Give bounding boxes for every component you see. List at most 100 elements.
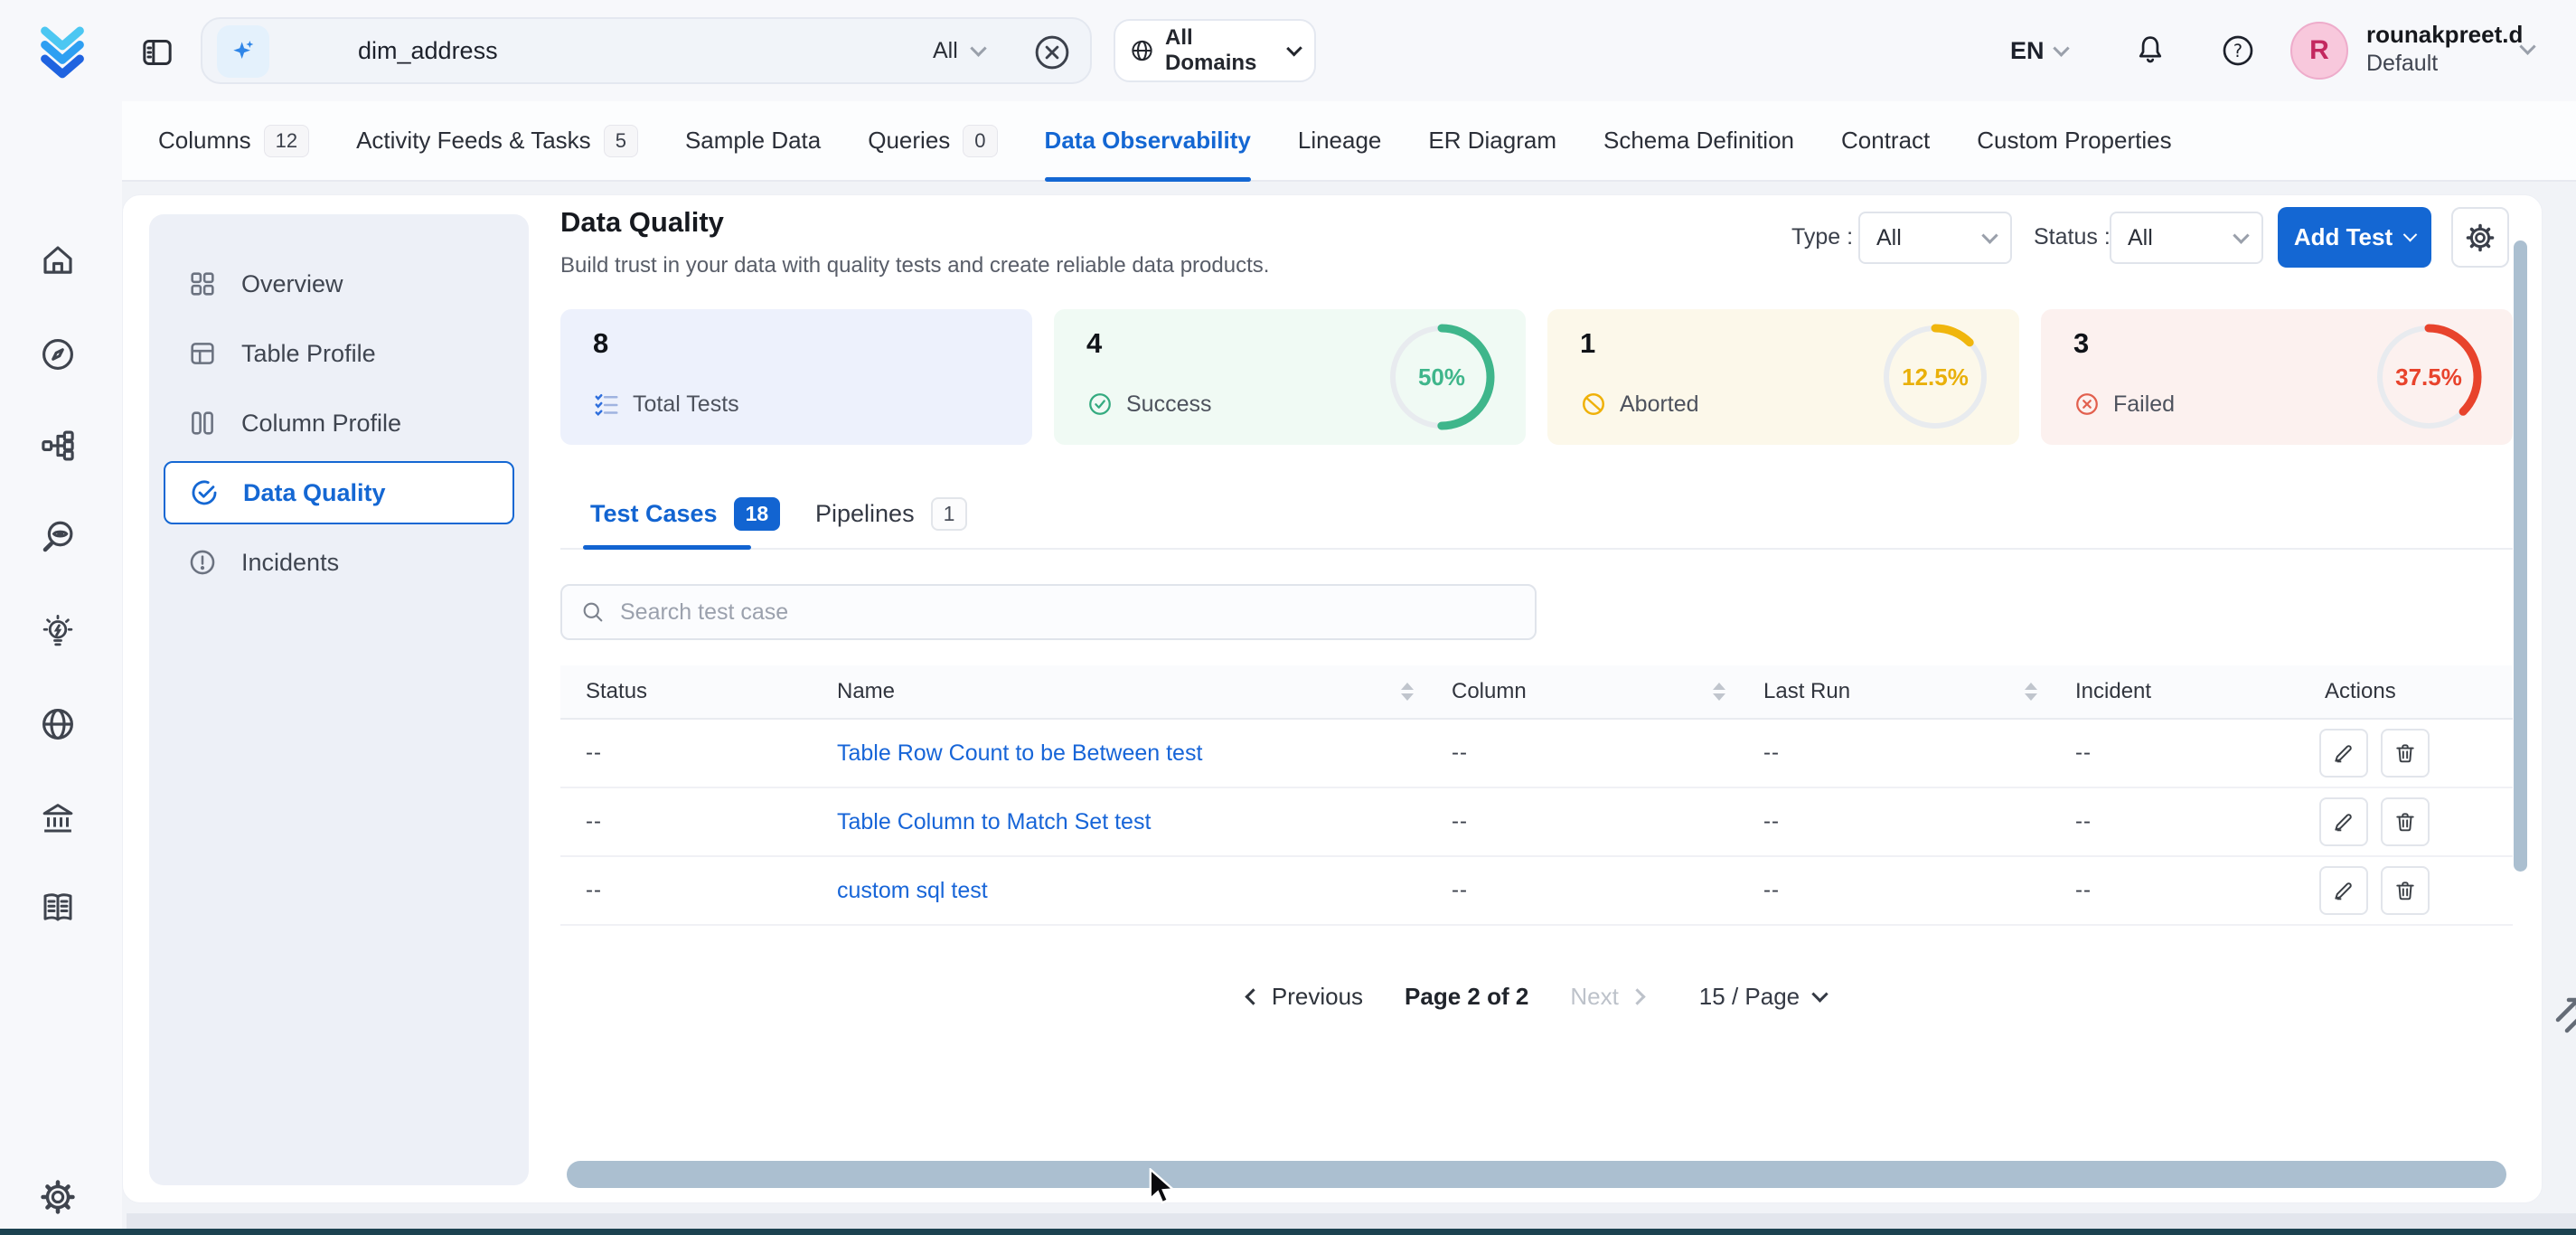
tab-sample-data[interactable]: Sample Data — [685, 101, 821, 180]
chevron-down-icon — [2233, 227, 2249, 243]
vertical-scrollbar[interactable] — [2514, 240, 2527, 872]
chevron-down-icon — [970, 40, 986, 56]
test-case-search[interactable] — [560, 584, 1537, 640]
test-case-link[interactable]: Table Row Count to be Between test — [837, 740, 1202, 766]
edit-button[interactable] — [2319, 797, 2368, 846]
sort-icon[interactable] — [1401, 683, 1414, 701]
table-row: -- custom sql test -- -- -- — [560, 857, 2513, 926]
tab-schema-definition[interactable]: Schema Definition — [1603, 101, 1794, 180]
search-clear-button[interactable] — [1032, 33, 1072, 72]
help-icon[interactable]: ? — [2220, 33, 2256, 69]
alert-circle-icon — [187, 547, 218, 578]
explore-compass-icon[interactable] — [39, 335, 77, 373]
sidebar-item-data-quality[interactable]: Data Quality — [164, 461, 514, 524]
card-aborted: 1 Aborted 12.5% — [1547, 309, 2019, 445]
horizontal-scrollbar[interactable] — [567, 1161, 2506, 1188]
next-page-button[interactable]: Next — [1570, 983, 1642, 1011]
tab-contract[interactable]: Contract — [1841, 101, 1930, 180]
page-indicator: Page 2 of 2 — [1405, 983, 1528, 1011]
globe-icon — [1130, 37, 1154, 64]
notifications-bell-icon[interactable] — [2133, 33, 2167, 67]
tab-columns[interactable]: Columns 12 — [158, 101, 309, 180]
pipelines-count-badge: 1 — [931, 497, 968, 531]
test-case-link[interactable]: custom sql test — [837, 878, 988, 903]
insights-bulb-icon[interactable] — [39, 612, 77, 650]
user-role: Default — [2366, 50, 2523, 78]
page-title: Data Quality — [560, 206, 724, 239]
entity-tab-bar: Columns 12 Activity Feeds & Tasks 5 Samp… — [122, 101, 2576, 182]
chevron-down-icon — [2053, 40, 2069, 56]
type-filter-label: Type : — [1791, 224, 1853, 250]
col-header-column[interactable]: Column — [1428, 679, 1740, 704]
success-percent: 50% — [1383, 318, 1500, 436]
aborted-value: 1 — [1580, 327, 1595, 360]
quality-settings-button[interactable] — [2451, 207, 2509, 268]
chevron-down-icon — [1981, 227, 1998, 243]
domains-globe-icon[interactable] — [39, 705, 77, 743]
tab-lineage[interactable]: Lineage — [1298, 101, 1382, 180]
aborted-percent: 12.5% — [1876, 318, 1994, 436]
observability-icon[interactable] — [39, 518, 77, 556]
ai-sparkle-icon[interactable] — [217, 25, 269, 78]
pagination: Previous Page 2 of 2 Next 15 / Page — [560, 960, 2513, 1032]
success-check-icon — [1086, 391, 1114, 418]
home-icon[interactable] — [39, 241, 77, 279]
failed-x-icon — [2073, 391, 2101, 418]
edit-button[interactable] — [2319, 866, 2368, 915]
previous-page-button[interactable]: Previous — [1247, 983, 1363, 1011]
sidebar-item-column-profile[interactable]: Column Profile — [164, 391, 514, 455]
global-search-input[interactable]: dim_address — [358, 37, 498, 65]
col-header-status: Status — [560, 679, 813, 704]
tab-activity-feeds[interactable]: Activity Feeds & Tasks 5 — [356, 101, 638, 180]
test-case-search-input[interactable] — [620, 599, 1470, 626]
domains-filter[interactable]: All Domains — [1114, 19, 1316, 82]
delete-button[interactable] — [2381, 729, 2430, 778]
success-value: 4 — [1086, 327, 1102, 360]
add-test-button[interactable]: Add Test — [2278, 207, 2431, 268]
page-size-select[interactable]: 15 / Page — [1699, 983, 1826, 1011]
user-menu[interactable]: rounakpreet.d Default — [2366, 20, 2523, 78]
edge-expand-icon[interactable] — [2551, 980, 2576, 1034]
glossary-book-icon[interactable] — [39, 889, 77, 927]
sidebar-item-incidents[interactable]: Incidents — [164, 531, 514, 594]
tab-data-observability[interactable]: Data Observability — [1045, 101, 1251, 180]
delete-button[interactable] — [2381, 866, 2430, 915]
col-header-name[interactable]: Name — [813, 679, 1428, 704]
edit-button[interactable] — [2319, 729, 2368, 778]
data-flow-icon[interactable] — [39, 427, 77, 465]
test-case-link[interactable]: Table Column to Match Set test — [837, 809, 1151, 834]
user-name: rounakpreet.d — [2366, 20, 2523, 50]
tab-count-badge: 0 — [963, 125, 997, 157]
app-logo-icon[interactable] — [34, 23, 90, 79]
sidebar-item-table-profile[interactable]: Table Profile — [164, 322, 514, 385]
failed-percent: 37.5% — [2370, 318, 2487, 436]
govern-bank-icon[interactable] — [39, 799, 77, 837]
search-scope-select[interactable]: All — [933, 38, 984, 64]
global-search-bar[interactable]: dim_address All — [201, 17, 1092, 84]
tab-test-cases[interactable]: Test Cases 18 — [590, 497, 780, 531]
sidebar-item-overview[interactable]: Overview — [164, 252, 514, 316]
pencil-icon — [2332, 810, 2355, 834]
tab-er-diagram[interactable]: ER Diagram — [1428, 101, 1556, 180]
aborted-ban-icon — [1580, 391, 1607, 418]
status-filter-select[interactable]: All — [2110, 212, 2263, 264]
tab-custom-properties[interactable]: Custom Properties — [1977, 101, 2171, 180]
col-header-incident: Incident — [2052, 679, 2301, 704]
delete-button[interactable] — [2381, 797, 2430, 846]
test-cases-count-badge: 18 — [734, 497, 781, 531]
col-header-last-run[interactable]: Last Run — [1740, 679, 2052, 704]
checklist-icon — [593, 391, 620, 418]
table-row: -- Table Row Count to be Between test --… — [560, 720, 2513, 788]
settings-gear-icon[interactable] — [39, 1178, 77, 1216]
tab-queries[interactable]: Queries 0 — [868, 101, 997, 180]
search-icon — [580, 599, 606, 625]
sort-icon[interactable] — [2025, 683, 2037, 701]
table-row: -- Table Column to Match Set test -- -- … — [560, 788, 2513, 857]
language-select[interactable]: EN — [2010, 0, 2067, 101]
sort-icon[interactable] — [1713, 683, 1725, 701]
user-avatar[interactable]: R — [2290, 22, 2348, 80]
type-filter-select[interactable]: All — [1858, 212, 2012, 264]
aborted-label: Aborted — [1620, 391, 1699, 418]
sidebar-toggle-icon[interactable] — [139, 34, 175, 71]
tab-pipelines[interactable]: Pipelines 1 — [815, 497, 967, 531]
